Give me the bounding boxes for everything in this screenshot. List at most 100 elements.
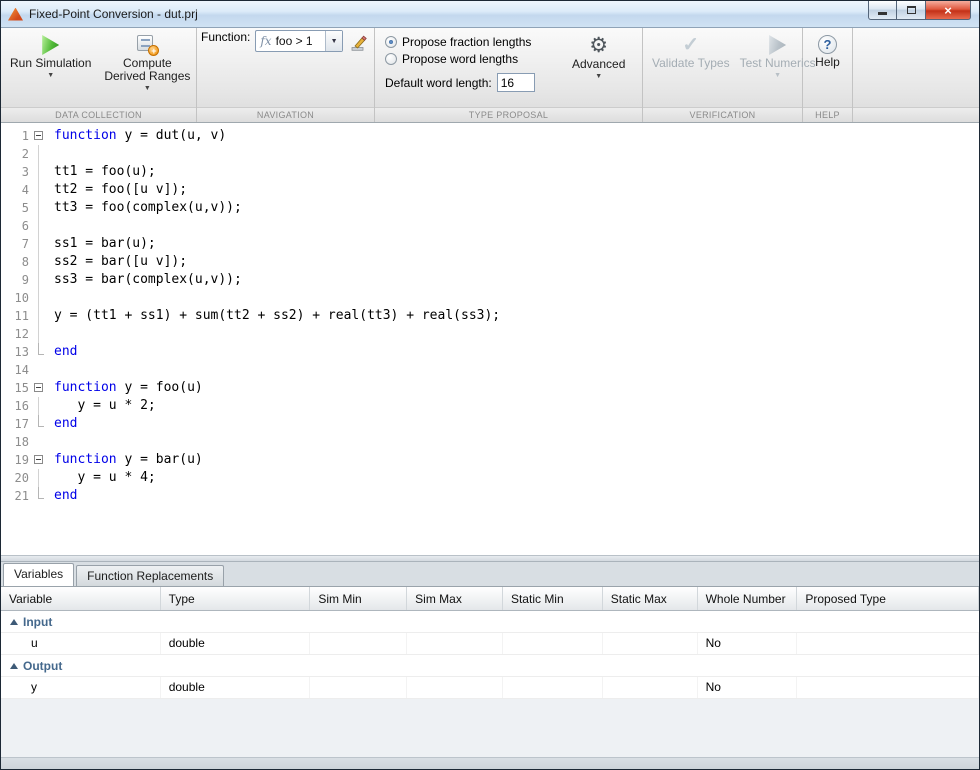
cell-variable: u	[1, 633, 161, 654]
column-header-type[interactable]: Type	[161, 587, 311, 610]
code-line[interactable]: 17end	[1, 415, 979, 433]
maximize-icon	[907, 6, 916, 14]
column-header-variable[interactable]: Variable	[1, 587, 161, 610]
group-row-output[interactable]: Output	[1, 655, 979, 677]
line-number: 16	[1, 397, 29, 415]
fold-margin	[29, 199, 49, 217]
fold-minus-box-icon[interactable]	[34, 131, 43, 140]
column-header-proposed-type[interactable]: Proposed Type	[797, 587, 979, 610]
group-row-input[interactable]: Input	[1, 611, 979, 633]
line-number: 3	[1, 163, 29, 181]
code-line[interactable]: 16 y = u * 2;	[1, 397, 979, 415]
code-line[interactable]: 7ss1 = bar(u);	[1, 235, 979, 253]
validate-types-button[interactable]: ✓ Validate Types	[647, 30, 735, 105]
code-text: ss1 = bar(u);	[54, 235, 156, 253]
line-number: 21	[1, 487, 29, 505]
help-button[interactable]: ? Help	[810, 30, 845, 105]
column-header-whole-number[interactable]: Whole Number	[698, 587, 798, 610]
cell-type: double	[161, 633, 311, 654]
code-line[interactable]: 2	[1, 145, 979, 163]
maximize-button[interactable]	[897, 1, 926, 20]
column-header-sim-min[interactable]: Sim Min	[310, 587, 407, 610]
code-text: end	[54, 487, 77, 505]
code-text: function y = dut(u, v)	[54, 127, 226, 145]
code-area: 1function y = dut(u, v)23tt1 = foo(u);4t…	[1, 127, 979, 505]
cell-static-min	[503, 677, 603, 698]
tab-variables[interactable]: Variables	[3, 563, 74, 586]
cell-proposed-type	[797, 633, 979, 654]
code-editor[interactable]: 1function y = dut(u, v)23tt1 = foo(u);4t…	[1, 123, 979, 555]
code-line[interactable]: 8 ss2 = bar([u v]);	[1, 253, 979, 271]
fold-collapse-icon[interactable]	[29, 451, 49, 469]
code-line[interactable]: 4tt2 = foo([u v]);	[1, 181, 979, 199]
column-header-static-min[interactable]: Static Min	[503, 587, 603, 610]
section-label-navigation: NAVIGATION	[197, 107, 374, 122]
code-line[interactable]: 9ss3 = bar(complex(u,v));	[1, 271, 979, 289]
code-line[interactable]: 19function y = bar(u)	[1, 451, 979, 469]
panel-splitter[interactable]	[1, 555, 979, 562]
collapse-triangle-icon[interactable]	[10, 619, 18, 625]
window-title: Fixed-Point Conversion - dut.prj	[29, 7, 198, 21]
code-line[interactable]: 14	[1, 361, 979, 379]
code-line[interactable]: 18	[1, 433, 979, 451]
variables-table-body: InputudoubleNoOutputydoubleNo	[1, 611, 979, 699]
fold-minus-box-icon[interactable]	[34, 455, 43, 464]
radio-propose-fraction-lengths[interactable]: Propose fraction lengths	[385, 35, 561, 49]
column-header-sim-max[interactable]: Sim Max	[407, 587, 503, 610]
table-row[interactable]: ydoubleNo	[1, 677, 979, 699]
run-simulation-button[interactable]: Run Simulation ▼	[5, 30, 96, 105]
collapse-triangle-icon[interactable]	[10, 663, 18, 669]
cell-type: double	[161, 677, 311, 698]
minimize-icon	[878, 12, 887, 15]
minimize-button[interactable]	[868, 1, 897, 20]
combobox-arrow-button[interactable]: ▼	[325, 31, 342, 51]
fold-collapse-icon[interactable]	[29, 127, 49, 145]
code-line[interactable]: 10	[1, 289, 979, 307]
code-line[interactable]: 1function y = dut(u, v)	[1, 127, 979, 145]
default-word-length-input[interactable]	[497, 73, 535, 92]
code-line[interactable]: 6	[1, 217, 979, 235]
code-line[interactable]: 13end	[1, 343, 979, 361]
function-combobox-value: foo > 1	[276, 34, 326, 48]
radio-off-icon[interactable]	[385, 53, 397, 65]
fold-collapse-icon[interactable]	[29, 379, 49, 397]
section-label-help: HELP	[803, 107, 852, 122]
code-line[interactable]: 5tt3 = foo(complex(u,v));	[1, 199, 979, 217]
advanced-button[interactable]: ⚙ Advanced ▼	[567, 30, 630, 105]
code-text: y = u * 2;	[54, 397, 156, 415]
code-text: ss2 = bar([u v]);	[54, 253, 187, 271]
table-row[interactable]: udoubleNo	[1, 633, 979, 655]
pencil-icon	[350, 34, 368, 52]
code-line[interactable]: 11y = (tt1 + ss1) + sum(tt2 + ss2) + rea…	[1, 307, 979, 325]
column-header-static-max[interactable]: Static Max	[603, 587, 698, 610]
fold-margin	[29, 433, 49, 451]
code-line[interactable]: 21 end	[1, 487, 979, 505]
window-bottom-frame	[1, 757, 979, 769]
function-label: Function:	[201, 30, 250, 105]
cell-whole-number: No	[698, 677, 798, 698]
close-button[interactable]: ×	[926, 1, 971, 20]
line-number: 20	[1, 469, 29, 487]
code-line[interactable]: 20 y = u * 4;	[1, 469, 979, 487]
function-combobox[interactable]: fx foo > 1 ▼	[255, 30, 343, 52]
radio-propose-word-lengths[interactable]: Propose word lengths	[385, 52, 561, 66]
default-word-length-label: Default word length:	[385, 76, 492, 90]
panel-tabs: VariablesFunction Replacements	[1, 562, 979, 586]
line-number: 5	[1, 199, 29, 217]
compute-derived-ranges-button[interactable]: + Compute Derived Ranges ▼	[96, 30, 198, 105]
fold-minus-box-icon[interactable]	[34, 383, 43, 392]
cell-static-max	[603, 677, 698, 698]
radio-on-icon[interactable]	[385, 36, 397, 48]
fold-margin	[29, 325, 49, 343]
line-number: 13	[1, 343, 29, 361]
line-number: 8	[1, 253, 29, 271]
edit-function-button[interactable]	[348, 30, 370, 56]
group-label: Input	[23, 615, 52, 629]
tab-function-replacements[interactable]: Function Replacements	[76, 565, 224, 586]
advanced-label: Advanced	[572, 58, 625, 71]
code-line[interactable]: 15function y = foo(u)	[1, 379, 979, 397]
code-line[interactable]: 3tt1 = foo(u);	[1, 163, 979, 181]
fold-margin	[29, 271, 49, 289]
code-line[interactable]: 12	[1, 325, 979, 343]
code-text: y = u * 4;	[54, 469, 156, 487]
